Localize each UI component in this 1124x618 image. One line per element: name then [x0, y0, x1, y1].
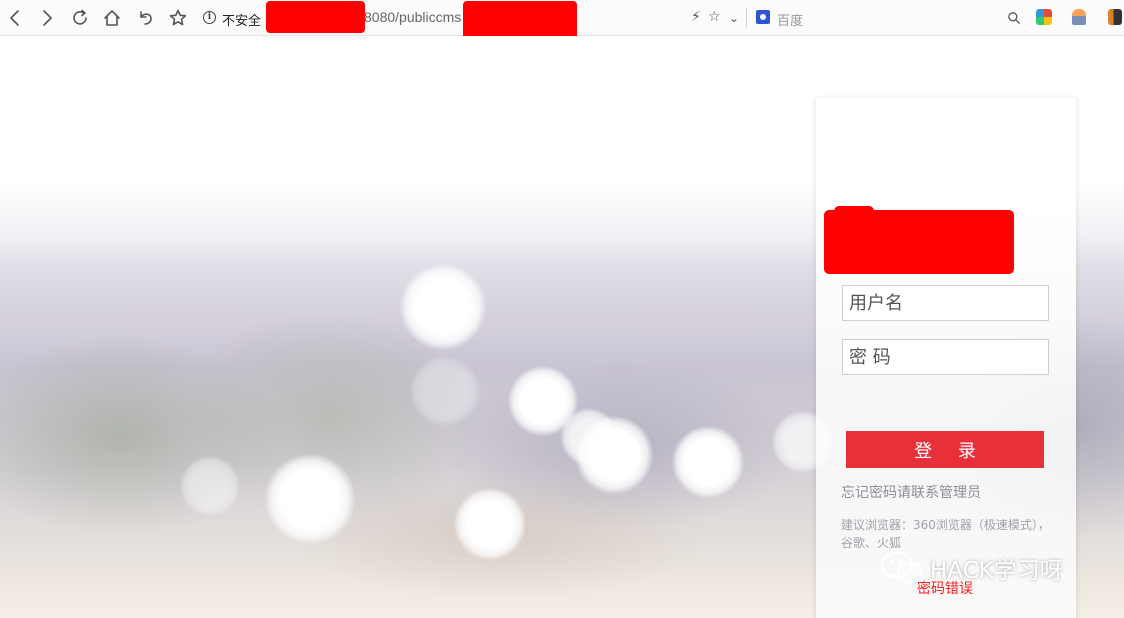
watermark: HACK学习呀 [878, 548, 1063, 588]
login-panel: 登 录 忘记密码请联系管理员 建议浏览器：360浏览器（极速模式），谷歌、火狐 … [816, 98, 1076, 618]
undo-button[interactable] [134, 6, 158, 30]
extension-pilcrow-icon[interactable] [1108, 9, 1122, 25]
extension-java-icon[interactable] [1072, 9, 1086, 25]
lightning-icon[interactable]: ⚡︎ [691, 9, 701, 25]
browser-toolbar: i 不安全 8080/publiccms ⚡︎ ☆ ⌄ 百度 [0, 0, 1124, 43]
search-button[interactable] [1002, 6, 1026, 30]
bokeh-light [410, 356, 480, 426]
bokeh-light [400, 264, 486, 350]
arrow-left-icon [10, 10, 19, 26]
reload-button[interactable] [68, 6, 92, 30]
bokeh-light [454, 488, 526, 560]
password-input[interactable] [842, 339, 1049, 375]
forward-button[interactable] [35, 6, 59, 30]
redacted-host [266, 1, 365, 33]
search-engine-input[interactable]: 百度 [777, 10, 803, 29]
forgot-password-text: 忘记密码请联系管理员 [841, 485, 981, 501]
undo-icon [140, 11, 152, 25]
bokeh-light [265, 454, 355, 544]
star-icon [169, 9, 187, 26]
reload-icon [73, 9, 87, 25]
home-button[interactable] [100, 6, 124, 30]
redacted-site-logo [824, 210, 1014, 274]
bokeh-light [672, 426, 744, 498]
login-button[interactable]: 登 录 [846, 431, 1044, 468]
bokeh-light [180, 456, 240, 516]
arrow-right-icon [43, 10, 52, 26]
extension-pinwheel-icon[interactable] [1036, 9, 1052, 25]
security-label: 不安全 [222, 14, 262, 29]
star-icon[interactable]: ☆ [708, 9, 721, 25]
bookmark-button[interactable] [166, 6, 190, 30]
address-bar-url[interactable]: 8080/publiccms [364, 9, 461, 25]
watermark-text: HACK学习呀 [930, 558, 1063, 584]
chevron-down-icon[interactable]: ⌄ [729, 11, 739, 25]
bokeh-light [575, 416, 653, 494]
home-icon [104, 10, 120, 26]
toolbar-separator [746, 8, 747, 28]
back-button[interactable] [3, 6, 27, 30]
browser-recommendation-text: 建议浏览器：360浏览器（极速模式），谷歌、火狐 [841, 518, 1050, 550]
wechat-logo-icon [880, 551, 924, 585]
redacted-site-logo [834, 206, 874, 218]
info-icon[interactable]: i [203, 11, 216, 24]
search-icon [1008, 12, 1020, 24]
login-page: 登 录 忘记密码请联系管理员 建议浏览器：360浏览器（极速模式），谷歌、火狐 … [0, 36, 1124, 618]
username-input[interactable] [842, 285, 1049, 321]
baidu-logo-icon[interactable] [756, 10, 770, 24]
